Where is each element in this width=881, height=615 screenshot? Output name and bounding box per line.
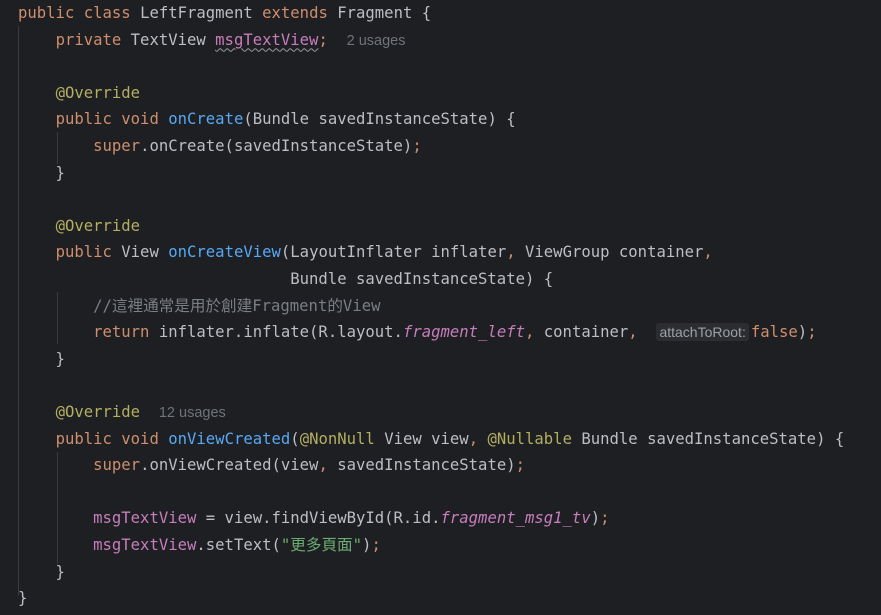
code-line[interactable]: super.onCreate(savedInstanceState); <box>18 133 422 159</box>
code-token: Fragment { <box>337 4 432 22</box>
code-token: , <box>628 323 648 342</box>
code-token: //這裡通常是用於創建Fragment的View <box>93 296 381 315</box>
code-line[interactable]: } <box>18 559 65 585</box>
code-token: public class <box>18 4 141 22</box>
code-line[interactable]: return inflater.inflate(R.layout.fragmen… <box>18 319 817 345</box>
code-line[interactable]: } <box>18 346 65 372</box>
code-token: .onCreate(savedInstanceState) <box>140 137 413 155</box>
code-token: "更多頁面" <box>280 536 363 554</box>
code-token: = view.findViewById(R.id. <box>205 509 441 528</box>
code-token: fragment_left <box>402 323 525 342</box>
usage-hint: 2 usages <box>346 32 406 49</box>
code-token: .onViewCreated(view <box>140 456 319 475</box>
code-token: @Nullable <box>487 429 582 448</box>
code-line[interactable]: //這裡通常是用於創建Fragment的View <box>18 293 380 319</box>
code-token: public <box>55 243 122 262</box>
code-token: return <box>93 323 159 342</box>
code-token: false <box>750 323 798 342</box>
code-token: ( <box>290 429 300 448</box>
code-token: super <box>93 456 141 475</box>
code-token: (Bundle savedInstanceState) { <box>243 110 516 129</box>
code-token: .setText( <box>196 536 281 554</box>
code-token: onViewCreated <box>168 429 291 448</box>
code-token: , <box>506 243 526 262</box>
code-token: (LayoutInflater inflater <box>280 243 507 262</box>
code-token: public void <box>55 110 169 129</box>
code-token: , <box>525 323 544 342</box>
code-line[interactable]: public void onCreate(Bundle savedInstanc… <box>18 106 516 132</box>
code-line[interactable]: public View onCreateView(LayoutInflater … <box>18 239 713 265</box>
code-token: , <box>468 429 488 448</box>
code-token: @Override <box>55 216 141 235</box>
code-line[interactable]: msgTextView = view.findViewById(R.id.fra… <box>18 505 610 531</box>
code-token: msgTextView <box>93 509 206 528</box>
code-token: , <box>318 456 338 475</box>
code-line[interactable]: @Override 12 usages <box>18 399 226 425</box>
code-token: fragment_msg1_tv <box>440 509 591 528</box>
code-token: View <box>121 243 169 262</box>
code-token: ; <box>371 536 381 554</box>
code-line[interactable]: private TextView msgTextView; 2 usages <box>18 27 406 53</box>
code-line[interactable]: Bundle savedInstanceState) { <box>18 266 553 292</box>
code-token: Bundle savedInstanceState) { <box>18 270 554 288</box>
code-token: @NonNull <box>299 429 385 448</box>
code-token: ) <box>590 509 601 528</box>
code-token: View view <box>384 429 469 448</box>
code-token: } <box>18 163 65 182</box>
code-line[interactable]: @Override <box>18 213 141 239</box>
code-token: super <box>93 137 141 155</box>
code-token: ; <box>600 509 610 528</box>
code-token: private <box>55 30 131 49</box>
code-token: @Override <box>55 83 141 102</box>
code-token: ; <box>515 456 526 475</box>
code-token: inflater.inflate(R.layout. <box>158 323 403 342</box>
code-line[interactable]: super.onViewCreated(view, savedInstanceS… <box>18 452 525 478</box>
code-line[interactable]: } <box>18 160 65 186</box>
code-token: Bundle savedInstanceState) { <box>581 429 845 448</box>
code-line[interactable]: msgTextView.setText("更多頁面"); <box>18 532 381 558</box>
code-token: TextView <box>130 30 216 49</box>
usage-hint: 12 usages <box>158 405 226 421</box>
code-token: @Override <box>55 403 141 421</box>
code-token: ; <box>807 323 817 342</box>
code-token: ViewGroup container <box>525 243 704 262</box>
code-token: extends <box>262 4 338 22</box>
code-line[interactable]: public void onViewCreated(@NonNull View … <box>18 426 845 452</box>
code-token: } <box>18 589 28 608</box>
code-token: ; <box>412 137 422 155</box>
code-token: onCreateView <box>168 243 281 262</box>
code-token: ) <box>797 323 808 342</box>
code-token: savedInstanceState) <box>337 456 516 475</box>
code-token: public void <box>55 429 169 448</box>
code-token: msgTextView <box>93 536 197 554</box>
param-hint: attachToRoot: <box>656 323 749 342</box>
code-token: onCreate <box>168 110 244 129</box>
code-editor[interactable]: public class LeftFragment extends Fragme… <box>0 0 881 615</box>
code-token: msgTextView <box>215 30 319 49</box>
code-token: } <box>18 349 65 368</box>
code-line[interactable]: public class LeftFragment extends Fragme… <box>18 0 431 26</box>
code-token: container <box>543 323 629 342</box>
code-token: LeftFragment <box>140 4 263 22</box>
code-line[interactable]: } <box>18 585 27 611</box>
code-token: , <box>703 243 713 262</box>
code-token: } <box>18 562 65 581</box>
code-line[interactable]: @Override <box>18 80 141 106</box>
code-token: ; <box>318 30 328 49</box>
